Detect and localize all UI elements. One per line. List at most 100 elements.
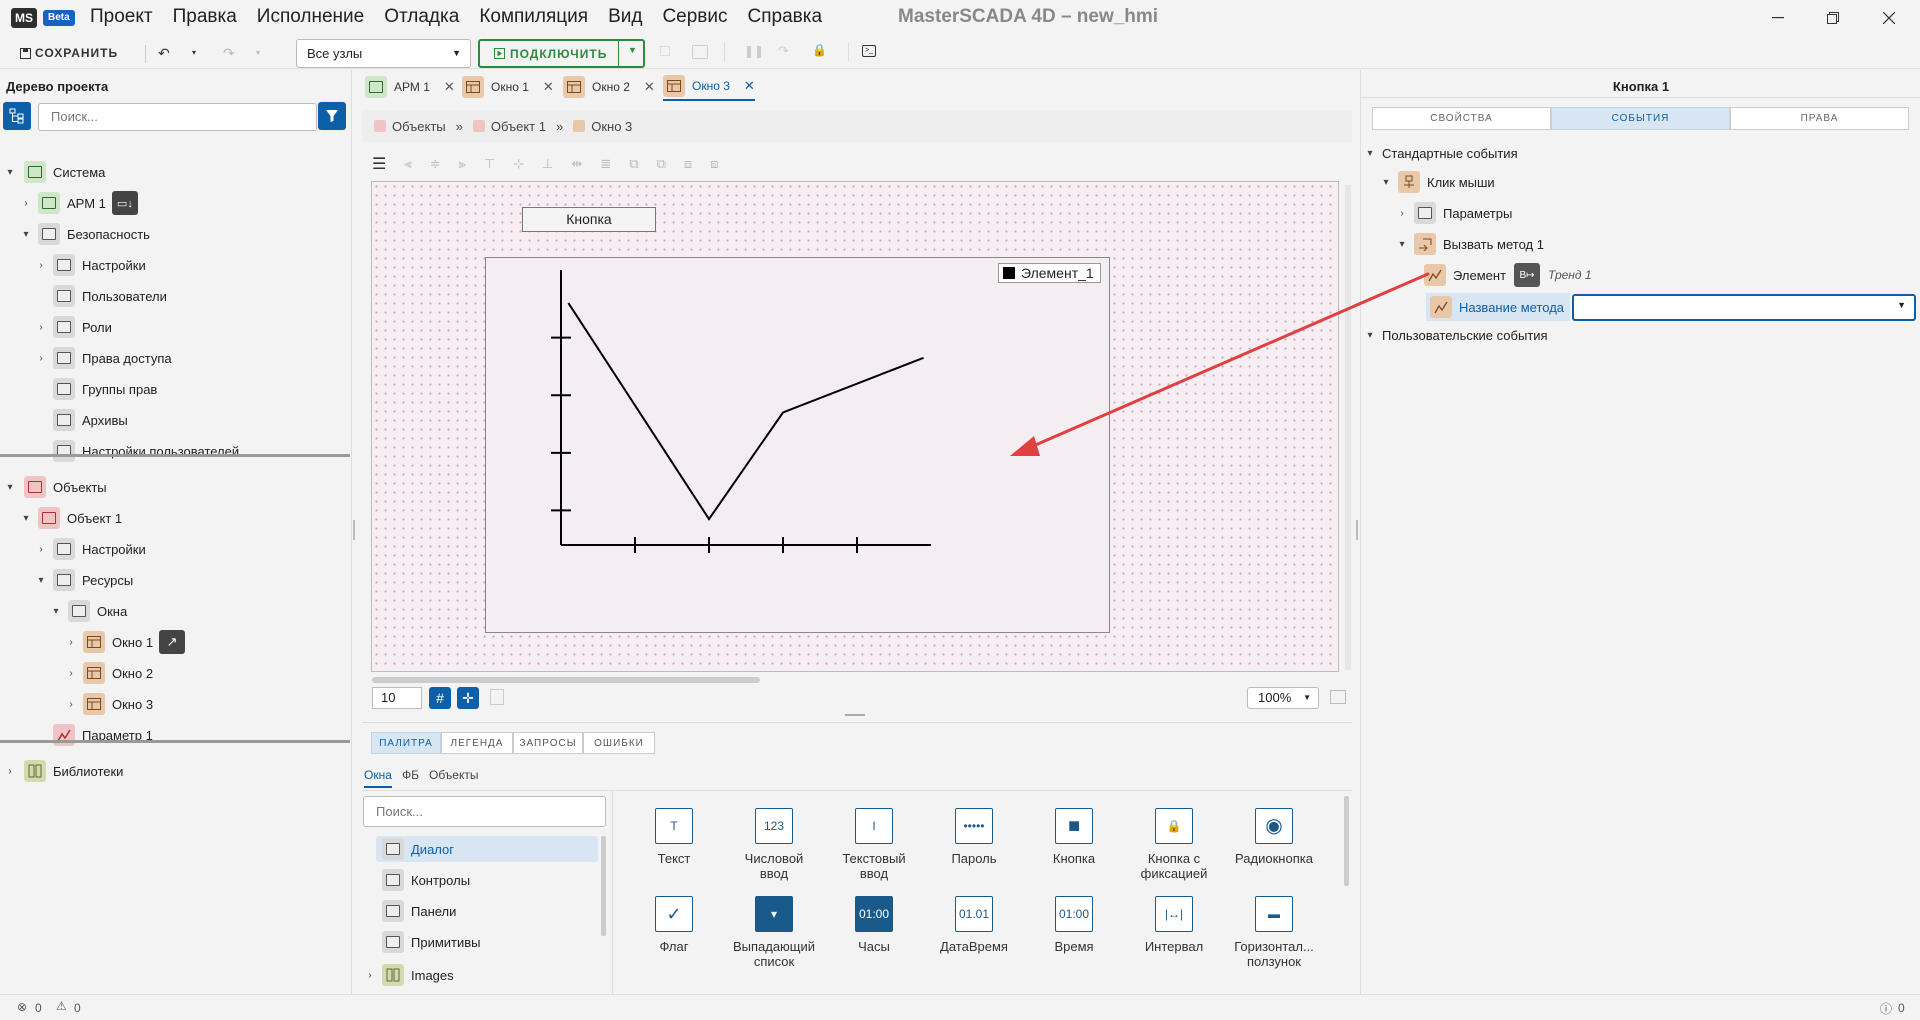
tree-view-button[interactable]: [3, 102, 31, 130]
start-screen-icon[interactable]: ▭↓: [111, 191, 138, 215]
canvas-vscrollbar[interactable]: [1345, 185, 1351, 670]
zoom-select[interactable]: 100% ▼: [1247, 687, 1319, 709]
palette-dropdown[interactable]: ▾ Выпадающий список: [729, 896, 819, 969]
align-center-icon[interactable]: ≑: [430, 156, 441, 172]
category-primitives[interactable]: Примитивы: [382, 929, 481, 955]
call-method-node[interactable]: ▾ Вызвать метод 1: [1396, 231, 1544, 257]
pause-icon[interactable]: ❚❚: [744, 44, 764, 58]
distribute-v-icon[interactable]: ≣: [600, 156, 611, 172]
tree-item-access-rights[interactable]: › Права доступа: [35, 345, 172, 371]
minimize-button[interactable]: [1755, 6, 1801, 30]
tree-item-archives[interactable]: Архивы: [35, 407, 128, 433]
tree-item-users[interactable]: Пользователи: [35, 283, 167, 309]
method-name-node[interactable]: Название метода: [1430, 294, 1564, 320]
close-icon[interactable]: ✕: [444, 79, 455, 95]
tree-search-input[interactable]: Поиск...: [38, 103, 317, 131]
user-events-node[interactable]: ▾ Пользовательские события: [1364, 322, 1547, 348]
align-middle-icon[interactable]: ⊹: [513, 156, 524, 172]
palette-button[interactable]: ■ Кнопка: [1029, 808, 1119, 866]
tree-item-resources[interactable]: ▾ Ресурсы: [35, 567, 133, 593]
send-back-icon[interactable]: ⧈: [710, 156, 718, 172]
category-controls[interactable]: Контролы: [382, 867, 470, 893]
align-left-icon[interactable]: ⫷: [404, 156, 411, 172]
snap-toggle-icon[interactable]: ✛: [457, 687, 479, 709]
subtab-objects[interactable]: Объекты: [429, 768, 479, 782]
tab-window2[interactable]: Окно 2 ✕: [563, 73, 655, 101]
palette-password[interactable]: ••••• Пароль: [929, 808, 1019, 866]
group-icon[interactable]: ⧉: [629, 156, 638, 172]
tab-palette[interactable]: ПАЛИТРА: [371, 732, 441, 754]
close-icon[interactable]: ✕: [543, 79, 554, 95]
info-icon[interactable]: ⓘ: [1880, 1000, 1892, 1017]
tab-legend[interactable]: ЛЕГЕНДА: [441, 732, 513, 754]
canvas-hscrollbar[interactable]: [372, 677, 760, 683]
menu-view[interactable]: Вид: [608, 6, 642, 28]
tab-events[interactable]: СОБЫТИЯ: [1551, 107, 1730, 130]
method-name-select[interactable]: ▼: [1572, 294, 1916, 321]
menu-project[interactable]: Проект: [90, 6, 153, 28]
tree-item-security[interactable]: ▾ Безопасность: [20, 221, 150, 247]
console-icon[interactable]: >_: [862, 45, 876, 57]
category-panels[interactable]: Панели: [382, 898, 456, 924]
palette-checkbox[interactable]: ✓ Флаг: [629, 896, 719, 954]
grid-size-input[interactable]: 10: [372, 687, 422, 709]
ruler-icon[interactable]: [490, 689, 504, 705]
design-canvas[interactable]: Кнопка Элемент_1: [371, 181, 1339, 672]
tab-errors[interactable]: ОШИБКИ: [583, 732, 655, 754]
element-node[interactable]: Элемент B↦ Тренд 1: [1424, 262, 1592, 288]
right-splitter[interactable]: [1356, 520, 1358, 540]
connect-dropdown-icon[interactable]: ▼: [628, 45, 638, 55]
left-splitter[interactable]: [353, 520, 355, 540]
mouse-click-node[interactable]: ▾ Клик мыши: [1380, 169, 1495, 195]
nodes-select[interactable]: Все узлы ▼: [296, 39, 471, 68]
palette-text[interactable]: T Текст: [629, 808, 719, 866]
palette-time[interactable]: 01:00 Время: [1029, 896, 1119, 954]
lock-icon[interactable]: 🔒: [812, 43, 827, 57]
tab-requests[interactable]: ЗАПРОСЫ: [513, 732, 583, 754]
trend-widget[interactable]: Элемент_1: [485, 257, 1110, 633]
breadcrumb-item[interactable]: Объекты: [392, 119, 446, 134]
bring-front-icon[interactable]: ⧈: [684, 156, 692, 172]
category-images[interactable]: › Images: [364, 962, 454, 988]
connect-button[interactable]: ПОДКЛЮЧИТЬ ▼: [478, 39, 645, 68]
align-top-icon[interactable]: ⊤: [484, 156, 495, 172]
tree-item-rights-groups[interactable]: Группы прав: [35, 376, 157, 402]
redo-icon[interactable]: ↷: [223, 45, 235, 62]
parameters-node[interactable]: › Параметры: [1396, 200, 1512, 226]
subtab-fb[interactable]: ФБ: [402, 768, 419, 782]
tree-item-objects[interactable]: ▾ Объекты: [4, 474, 107, 500]
palette-radio[interactable]: ◉ Радиокнопка: [1229, 808, 1319, 866]
standard-events-node[interactable]: ▾ Стандартные события: [1364, 140, 1517, 166]
palette-slider[interactable]: ▬ Горизонтал... ползунок: [1229, 896, 1319, 969]
start-window-icon[interactable]: ↗: [159, 630, 186, 654]
stop-icon[interactable]: [660, 46, 670, 56]
undo-dropdown-icon[interactable]: ▾: [192, 48, 196, 57]
palette-numeric-input[interactable]: 123 Числовой ввод: [729, 808, 819, 881]
filter-button[interactable]: [318, 102, 346, 130]
splitter-handle[interactable]: [845, 714, 865, 716]
tree-item-system[interactable]: ▾ Система: [4, 159, 105, 185]
category-scrollbar[interactable]: [601, 836, 606, 936]
undo-icon[interactable]: ↶: [158, 45, 170, 62]
canvas-button[interactable]: Кнопка: [522, 207, 656, 232]
menu-debug[interactable]: Отладка: [384, 6, 459, 28]
close-icon[interactable]: ✕: [744, 78, 755, 94]
breadcrumb-item[interactable]: Окно 3: [591, 119, 632, 134]
link-icon[interactable]: B↦: [1514, 263, 1541, 287]
save-button[interactable]: СОХРАНИТЬ: [20, 46, 118, 60]
tab-properties[interactable]: СВОЙСТВА: [1372, 107, 1551, 130]
close-button[interactable]: [1866, 6, 1912, 30]
tab-window1[interactable]: Окно 1 ✕: [462, 73, 554, 101]
tree-item-libraries[interactable]: › Библиотеки: [4, 758, 123, 784]
palette-text-input[interactable]: I Текстовый ввод: [829, 808, 919, 881]
palette-lock-button[interactable]: 🔒 Кнопка с фиксацией: [1129, 808, 1219, 881]
tab-rights[interactable]: ПРАВА: [1730, 107, 1909, 130]
subtab-windows[interactable]: Окна: [364, 768, 392, 788]
distribute-h-icon[interactable]: ⇹: [572, 156, 583, 172]
align-bottom-icon[interactable]: ⊥: [542, 156, 553, 172]
menu-help[interactable]: Справка: [748, 6, 823, 28]
tree-item-window3[interactable]: › Окно 3: [65, 691, 153, 717]
redo-dropdown-icon[interactable]: ▾: [256, 48, 260, 57]
palette-clock[interactable]: 01:00 Часы: [829, 896, 919, 954]
menu-edit[interactable]: Правка: [173, 6, 237, 28]
